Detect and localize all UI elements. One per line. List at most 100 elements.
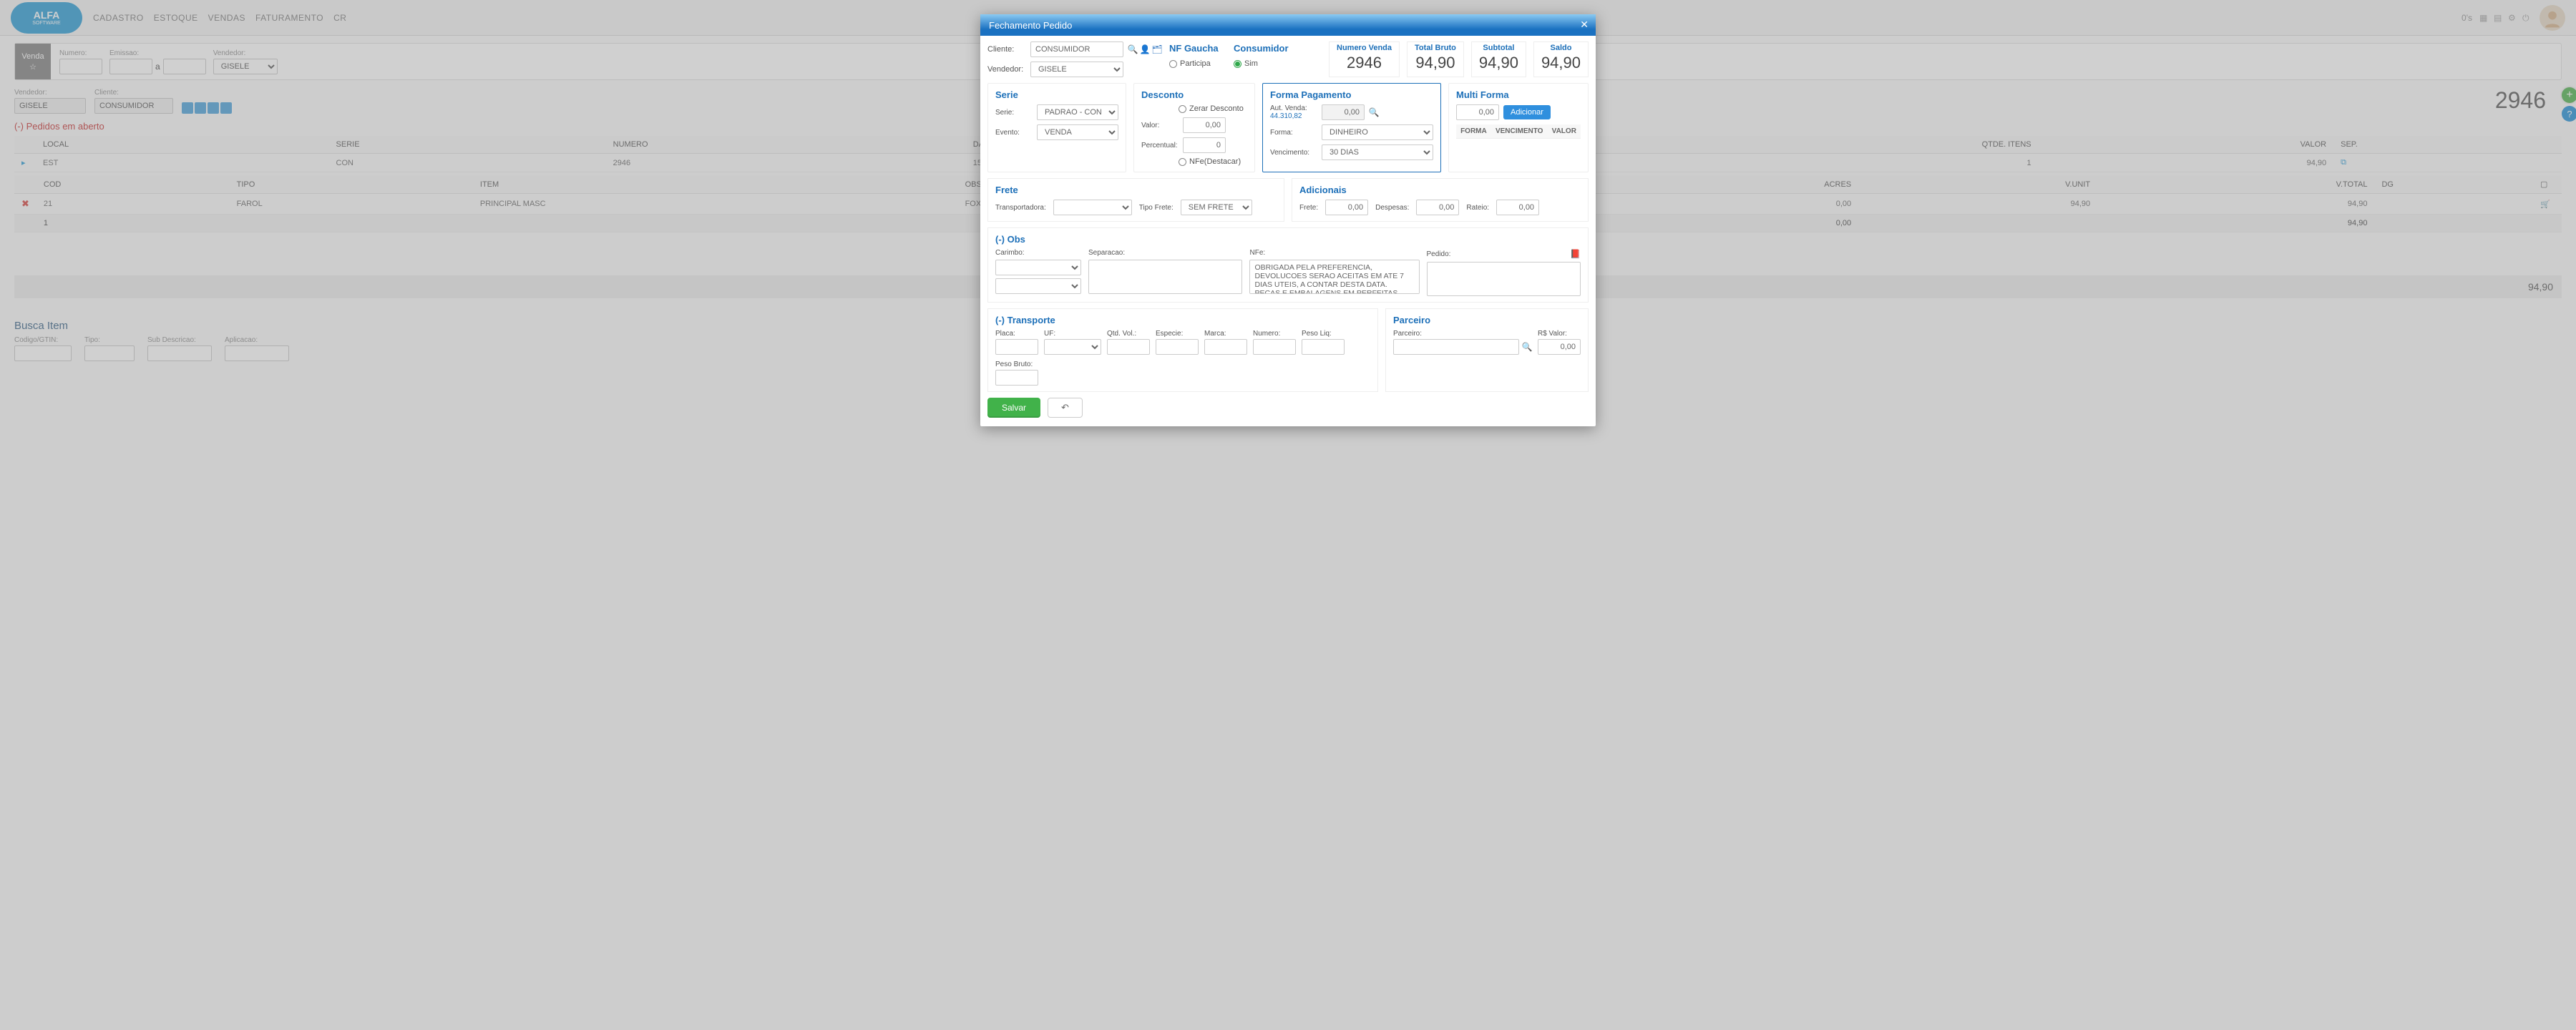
zerar-radio[interactable]: Zerar Desconto xyxy=(1179,104,1247,113)
t3-value: 94,90 xyxy=(1479,54,1518,72)
parceiro-panel: Parceiro Parceiro: 🔍 R$ Valor: xyxy=(1385,308,1589,392)
especie-label: Especie: xyxy=(1156,330,1199,338)
total-subtotal: Subtotal 94,90 xyxy=(1471,41,1526,77)
transporte-title[interactable]: (-) Transporte xyxy=(995,315,1370,325)
t4-label: Saldo xyxy=(1541,44,1581,52)
t4-value: 94,90 xyxy=(1541,54,1581,72)
parc-search-icon[interactable]: 🔍 xyxy=(1522,342,1532,352)
adic-desp-input[interactable] xyxy=(1416,200,1459,215)
total-saldo: Saldo 94,90 xyxy=(1533,41,1589,77)
rsvalor-input[interactable] xyxy=(1538,339,1581,355)
sep-textarea[interactable] xyxy=(1088,260,1242,294)
multi-forma-panel: Multi Forma Adicionar FORMA VENCIMENTO V… xyxy=(1448,83,1589,172)
nfe-destacar-radio[interactable]: NFe(Destacar) xyxy=(1179,157,1247,166)
frete-adicionais-row: Frete Transportadora: Tipo Frete: SEM FR… xyxy=(987,178,1589,222)
desconto-title: Desconto xyxy=(1141,89,1247,100)
marca-input[interactable] xyxy=(1204,339,1247,355)
undo-button[interactable]: ↶ xyxy=(1048,398,1083,418)
nf-participa-label: Participa xyxy=(1180,59,1211,68)
consumidor-sim-radio[interactable]: Sim xyxy=(1234,59,1291,68)
sep-label: Separacao: xyxy=(1088,249,1242,257)
obs-title[interactable]: (-) Obs xyxy=(995,234,1581,245)
qtdvol-input[interactable] xyxy=(1107,339,1150,355)
adicionar-button[interactable]: Adicionar xyxy=(1503,105,1551,119)
search-icon[interactable]: 🔍 xyxy=(1128,44,1138,54)
valor-input[interactable] xyxy=(1183,117,1226,133)
obs-panel: (-) Obs Carimbo: Separacao: NFe: OBRIGAD… xyxy=(987,227,1589,303)
tipofrete-select[interactable]: SEM FRETE xyxy=(1181,200,1252,215)
forma-select[interactable]: DINHEIRO xyxy=(1322,124,1433,140)
nf-participa-radio[interactable]: Participa xyxy=(1169,59,1226,68)
parceiro-title: Parceiro xyxy=(1393,315,1581,325)
carimbo-select-2[interactable] xyxy=(995,278,1081,294)
parc-label: Parceiro: xyxy=(1393,330,1532,338)
t2-label: Total Bruto xyxy=(1415,44,1456,52)
modal-header: Fechamento Pedido ✕ xyxy=(980,14,1596,36)
cliente-input[interactable] xyxy=(1030,41,1123,57)
modal-top-row: Cliente: 🔍 👤 🗂 Vendedor: GISELE NF xyxy=(987,41,1589,77)
venc-select[interactable]: 30 DIAS xyxy=(1322,144,1433,160)
panels-row: Serie Serie: PADRAO - CON Evento: VENDA … xyxy=(987,83,1589,172)
pesoliq-label: Peso Liq: xyxy=(1302,330,1345,338)
pedido-obs-label: Pedido: xyxy=(1427,250,1451,258)
parc-input[interactable] xyxy=(1393,339,1519,355)
consumidor-sim-label: Sim xyxy=(1244,59,1258,68)
adic-rateio-input[interactable] xyxy=(1496,200,1539,215)
aut-link[interactable]: 44.310,82 xyxy=(1270,112,1317,120)
vendedor-select[interactable]: GISELE xyxy=(1030,62,1123,77)
aut-label: Aut. Venda: xyxy=(1270,104,1317,112)
perc-input[interactable] xyxy=(1183,137,1226,153)
card-icon[interactable]: 🗂 xyxy=(1152,44,1162,54)
transporte-parceiro-row: (-) Transporte Placa: UF: Qtd. Vol.: Esp… xyxy=(987,308,1589,392)
modal-body: Cliente: 🔍 👤 🗂 Vendedor: GISELE NF xyxy=(980,36,1596,426)
adic-frete-input[interactable] xyxy=(1325,200,1368,215)
evento-select[interactable]: VENDA xyxy=(1037,124,1118,140)
consumidor-block: Consumidor Sim xyxy=(1234,41,1291,77)
adic-rateio-label: Rateio: xyxy=(1466,204,1489,212)
multi-input[interactable] xyxy=(1456,104,1499,120)
cliente-vendedor-block: Cliente: 🔍 👤 🗂 Vendedor: GISELE xyxy=(987,41,1162,77)
marca-label: Marca: xyxy=(1204,330,1247,338)
evento-label: Evento: xyxy=(995,129,1033,137)
serie-label: Serie: xyxy=(995,109,1033,117)
adic-desp-label: Despesas: xyxy=(1375,204,1409,212)
carimbo-select-1[interactable] xyxy=(995,260,1081,275)
num-input[interactable] xyxy=(1253,339,1296,355)
fechamento-modal: Fechamento Pedido ✕ Cliente: 🔍 👤 🗂 Vende… xyxy=(980,14,1596,426)
especie-input[interactable] xyxy=(1156,339,1199,355)
serie-select[interactable]: PADRAO - CON xyxy=(1037,104,1118,120)
close-icon[interactable]: ✕ xyxy=(1580,19,1589,31)
t1-value: 2946 xyxy=(1337,54,1392,72)
qtdvol-label: Qtd. Vol.: xyxy=(1107,330,1150,338)
pedido-textarea[interactable] xyxy=(1427,262,1581,296)
multi-table: FORMA VENCIMENTO VALOR xyxy=(1456,124,1581,139)
radio-icon-2 xyxy=(1179,158,1186,166)
carimbo-label: Carimbo: xyxy=(995,249,1081,257)
transp-select[interactable] xyxy=(1053,200,1132,215)
multi-title: Multi Forma xyxy=(1456,89,1581,100)
total-bruto: Total Bruto 94,90 xyxy=(1407,41,1464,77)
radio-icon xyxy=(1179,105,1186,113)
aut-input xyxy=(1322,104,1365,120)
t1-label: Numero Venda xyxy=(1337,44,1392,52)
t3-label: Subtotal xyxy=(1479,44,1518,52)
total-numero-venda: Numero Venda 2946 xyxy=(1329,41,1400,77)
perc-label: Percentual: xyxy=(1141,142,1179,149)
pesobruto-input[interactable] xyxy=(995,370,1038,386)
uf-label: UF: xyxy=(1044,330,1101,338)
nfe-destacar-label: NFe(Destacar) xyxy=(1189,157,1241,166)
uf-select[interactable] xyxy=(1044,339,1101,355)
serie-panel: Serie Serie: PADRAO - CON Evento: VENDA xyxy=(987,83,1126,172)
nfe-textarea[interactable]: OBRIGADA PELA PREFERENCIA, DEVOLUCOES SE… xyxy=(1249,260,1419,294)
user-add-icon[interactable]: 👤 xyxy=(1140,44,1150,54)
nf-title: NF Gaucha xyxy=(1169,43,1226,54)
search-small-icon[interactable]: 🔍 xyxy=(1369,107,1379,117)
zerar-label: Zerar Desconto xyxy=(1189,104,1244,113)
totals-block: Numero Venda 2946 Total Bruto 94,90 Subt… xyxy=(1329,41,1589,77)
mth-valor: VALOR xyxy=(1548,124,1581,139)
salvar-button[interactable]: Salvar xyxy=(987,398,1040,418)
pdf-icon[interactable]: 📕 xyxy=(1570,249,1581,259)
placa-input[interactable] xyxy=(995,339,1038,355)
adic-title: Adicionais xyxy=(1299,185,1581,195)
pesoliq-input[interactable] xyxy=(1302,339,1345,355)
